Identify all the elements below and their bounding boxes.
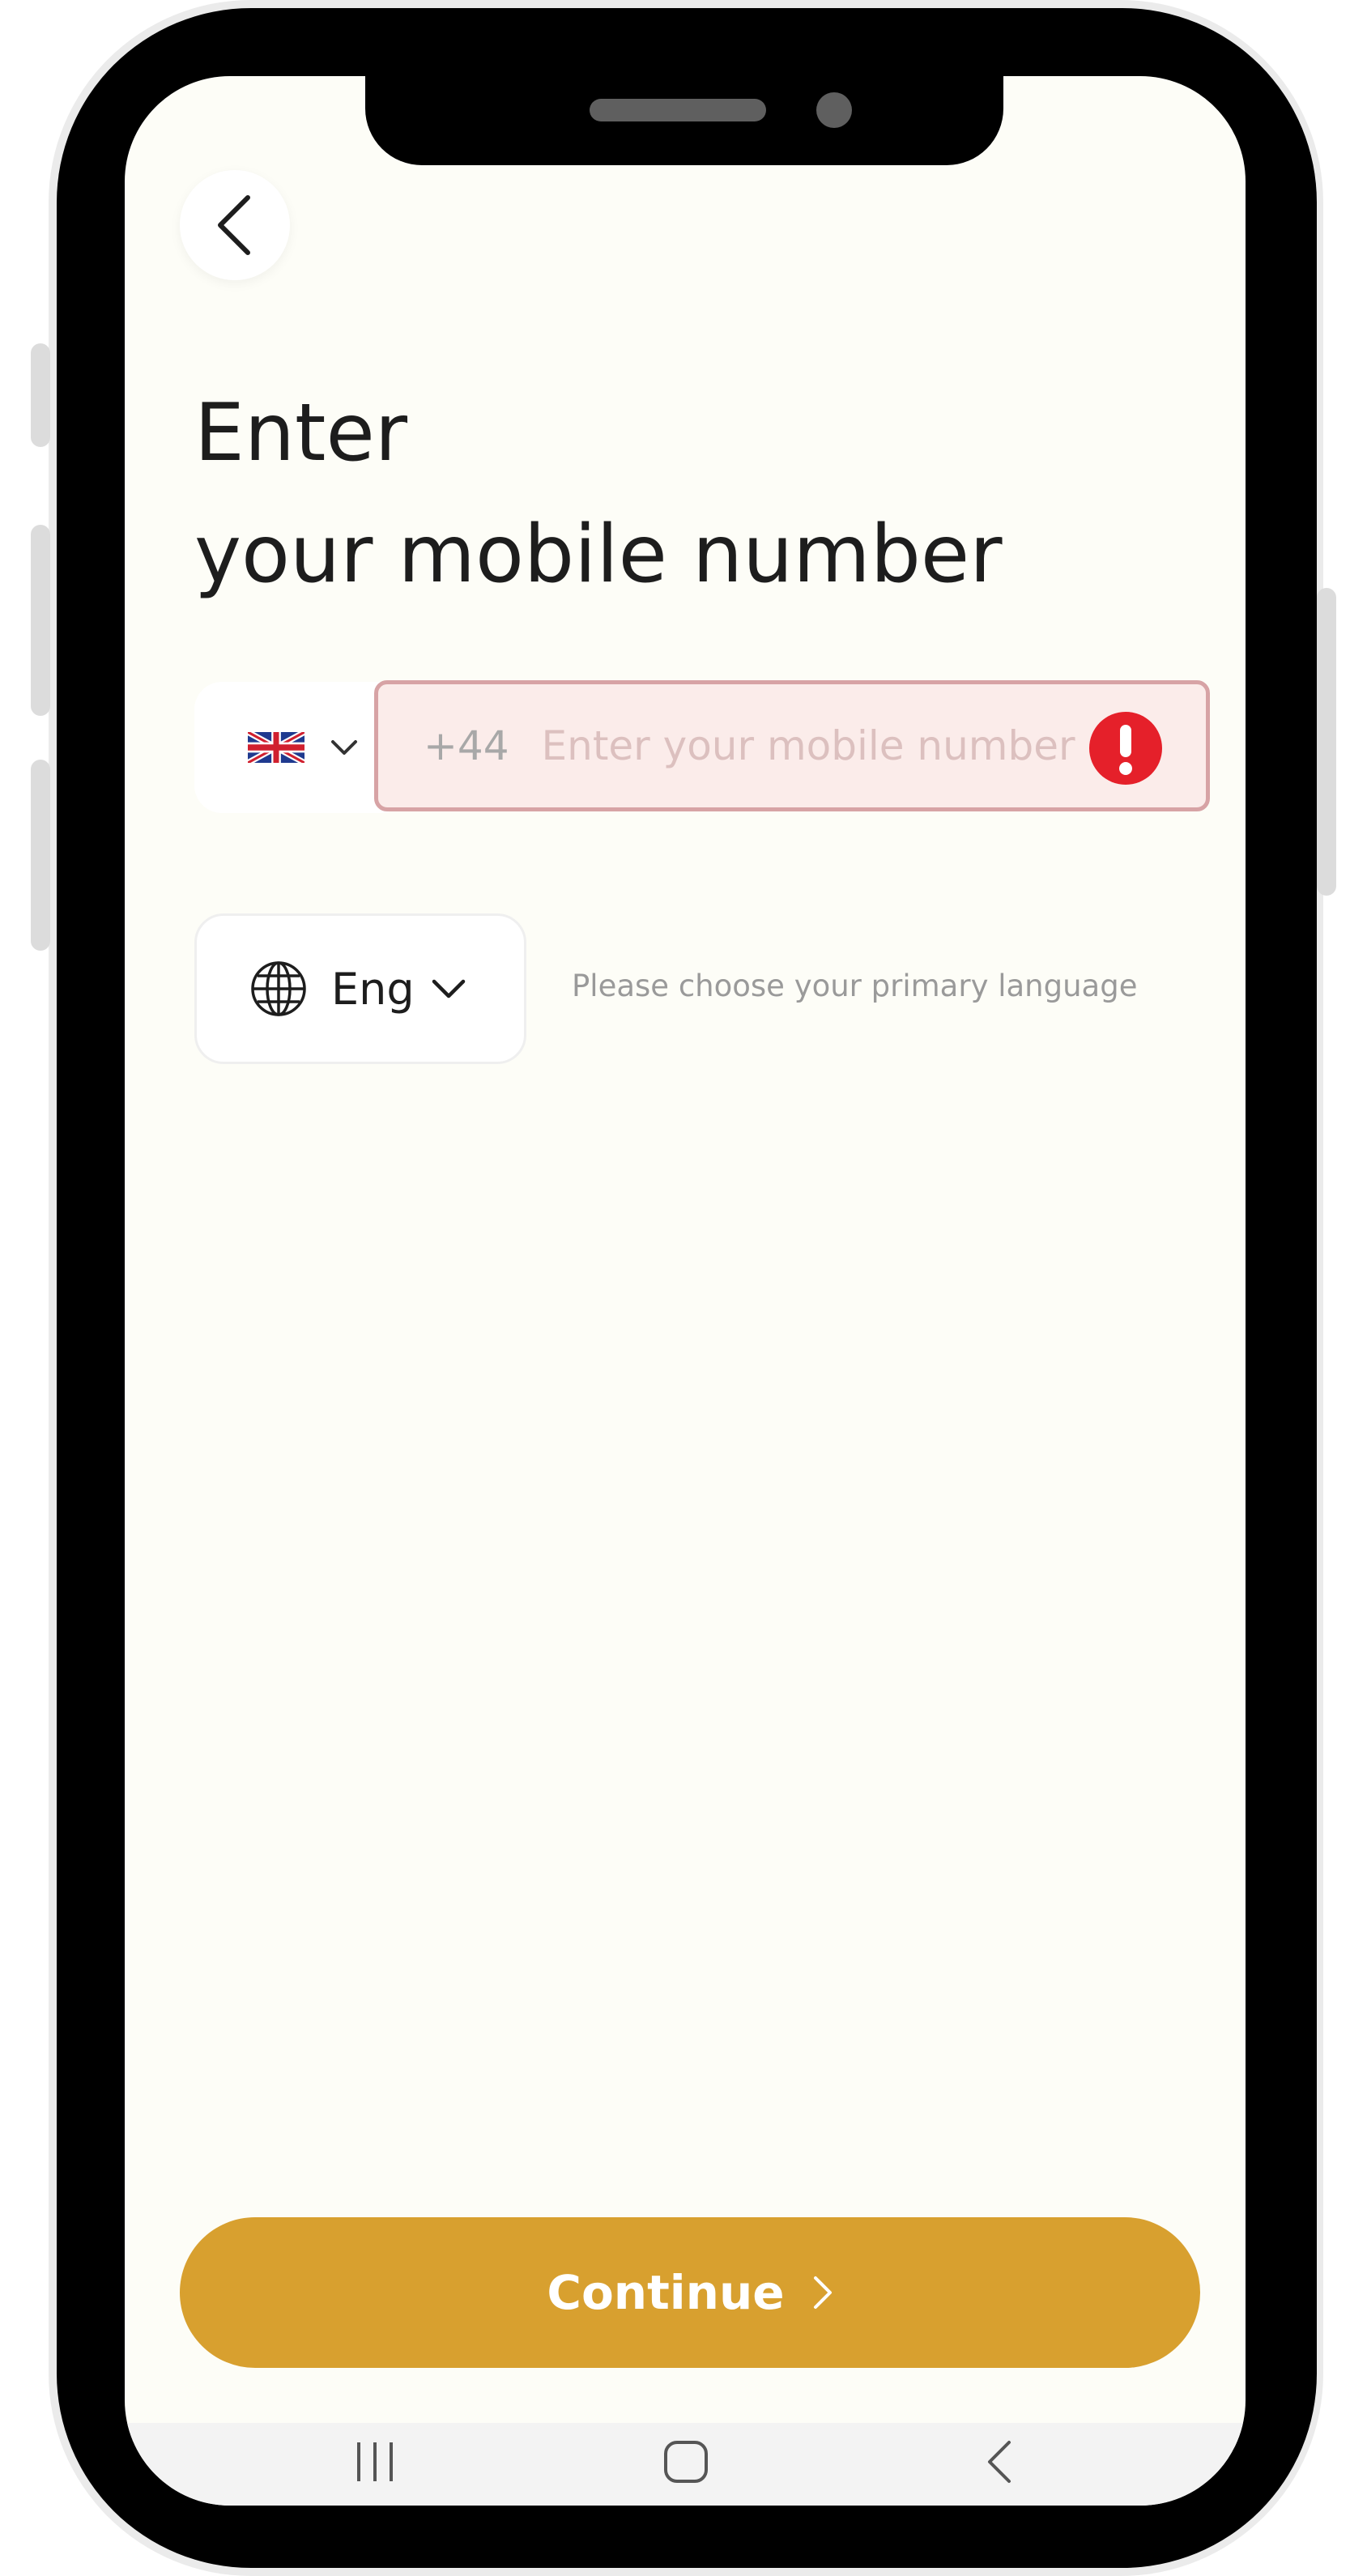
screen: Enter your mobile number +44 Enter your … [125, 76, 1246, 2506]
language-dropdown[interactable]: Eng [194, 913, 526, 1064]
volume-down-button [31, 760, 50, 951]
system-navigation-bar [125, 2423, 1246, 2506]
back-icon[interactable] [983, 2438, 1016, 2486]
language-selected: Eng [331, 963, 415, 1015]
dial-code: +44 [424, 722, 509, 769]
phone-number-input[interactable] [541, 722, 1076, 769]
mute-switch [31, 343, 50, 447]
uk-flag-icon [248, 732, 304, 763]
front-camera [816, 92, 852, 128]
continue-label: Continue [547, 2265, 785, 2320]
chevron-down-icon [432, 979, 465, 998]
power-button [1317, 588, 1336, 896]
speaker-grille [590, 99, 766, 121]
chevron-left-icon [218, 195, 250, 255]
chevron-right-icon [813, 2276, 832, 2309]
page-title-line-2: your mobile number [194, 509, 1003, 601]
chevron-down-icon [331, 740, 357, 755]
country-code-dropdown[interactable] [194, 682, 389, 813]
recents-icon[interactable] [353, 2438, 397, 2486]
volume-up-button [31, 525, 50, 716]
back-button[interactable] [180, 170, 290, 280]
page-title-line-1: Enter [194, 387, 408, 479]
page-title: Enter your mobile number [194, 373, 1003, 615]
language-hint: Please choose your primary language [572, 969, 1138, 1003]
device-mockup: Enter your mobile number +44 Enter your … [0, 0, 1367, 2576]
continue-button[interactable]: Continue [180, 2217, 1200, 2368]
phone-number-field[interactable]: +44 [374, 680, 1210, 811]
globe-icon [251, 961, 306, 1016]
home-icon[interactable] [662, 2438, 709, 2486]
exclamation-circle-icon [1089, 712, 1162, 785]
